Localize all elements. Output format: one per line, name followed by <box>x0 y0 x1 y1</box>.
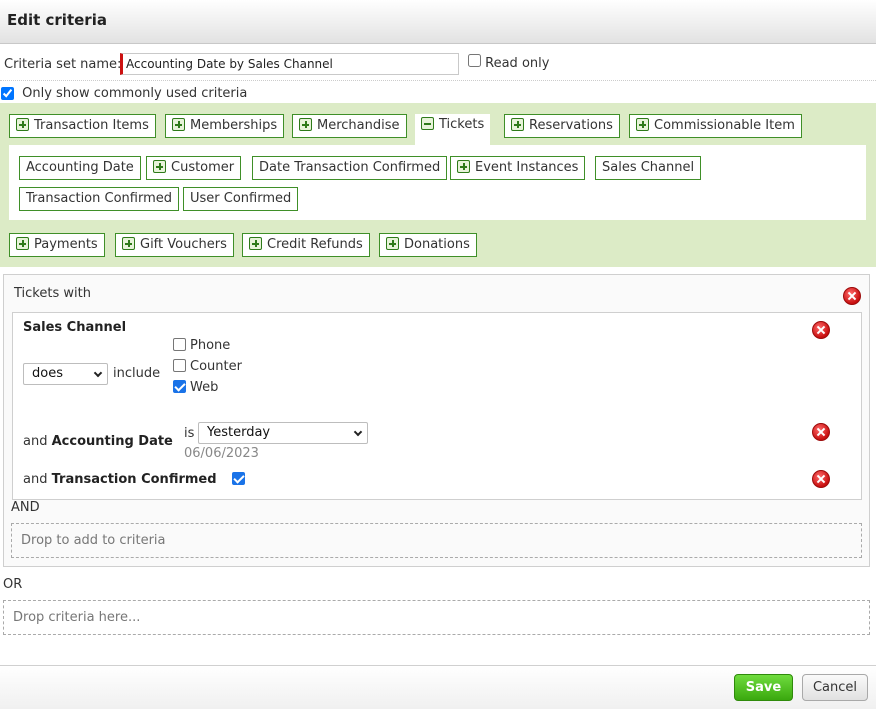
read-only-option[interactable]: Read only <box>468 53 550 71</box>
expand-icon <box>16 237 29 250</box>
resolved-date: 06/06/2023 <box>184 446 259 461</box>
category-label: Payments <box>34 237 98 252</box>
dialog-title: Edit criteria <box>7 11 107 29</box>
save-button[interactable]: Save <box>734 674 793 701</box>
field-label: Event Instances <box>475 160 579 175</box>
category-commissionable-item[interactable]: Commissionable Item <box>629 114 802 138</box>
field-label: Transaction Confirmed <box>26 191 172 206</box>
expand-icon <box>511 118 524 131</box>
category-tickets[interactable]: Tickets <box>415 114 491 145</box>
accounting-date-row-label: and Accounting Date <box>23 434 173 449</box>
checkbox-web[interactable] <box>173 380 186 393</box>
option-counter[interactable]: Counter <box>173 359 242 374</box>
expand-icon <box>16 118 29 131</box>
field-label: Sales Channel <box>602 160 695 175</box>
field-label: Date Transaction Confirmed <box>259 160 441 175</box>
dialog-footer: Save Cancel <box>0 666 876 709</box>
accounting-date-label: Accounting Date <box>51 434 173 449</box>
checkbox-phone[interactable] <box>173 338 186 351</box>
category-credit-refunds[interactable]: Credit Refunds <box>242 233 370 257</box>
criteria-set-name-label: Criteria set name: <box>4 57 122 72</box>
field-label: Accounting Date <box>26 160 134 175</box>
option-web[interactable]: Web <box>173 380 218 395</box>
include-label: include <box>113 366 161 381</box>
expand-icon <box>636 118 649 131</box>
field-customer[interactable]: Customer <box>146 156 242 180</box>
field-label: Customer <box>171 160 235 175</box>
category-donations[interactable]: Donations <box>379 233 477 257</box>
cancel-button[interactable]: Cancel <box>802 674 868 701</box>
category-label: Credit Refunds <box>267 237 363 252</box>
or-drop-zone[interactable]: Drop criteria here... <box>3 600 870 635</box>
category-label: Gift Vouchers <box>140 237 227 252</box>
read-only-label: Read only <box>485 56 550 71</box>
option-label: Web <box>190 380 219 395</box>
expand-icon <box>386 237 399 250</box>
group-heading: Tickets with <box>14 286 91 301</box>
remove-sales-channel-icon[interactable] <box>812 321 830 339</box>
category-label: Transaction Items <box>34 118 149 133</box>
field-transaction-confirmed[interactable]: Transaction Confirmed <box>19 187 179 211</box>
category-label: Donations <box>404 237 470 252</box>
remove-accounting-date-icon[interactable] <box>812 423 830 441</box>
expand-icon <box>153 160 166 173</box>
date-value: Yesterday <box>207 425 271 440</box>
or-label: OR <box>3 577 23 592</box>
category-gift-vouchers[interactable]: Gift Vouchers <box>115 233 234 257</box>
common-criteria-checkbox[interactable] <box>1 87 14 100</box>
common-criteria-label: Only show commonly used criteria <box>22 86 248 101</box>
sales-channel-label: Sales Channel <box>23 320 127 335</box>
field-sales-channel[interactable]: Sales Channel <box>595 156 702 180</box>
and-label: AND <box>11 500 40 515</box>
category-label: Merchandise <box>317 118 400 133</box>
transaction-confirmed-label: Transaction Confirmed <box>51 472 217 487</box>
chevron-down-icon <box>93 368 103 378</box>
criteria-set-name-input[interactable] <box>120 53 459 75</box>
collapse-icon <box>421 117 434 130</box>
category-label: Tickets <box>439 117 485 132</box>
category-memberships[interactable]: Memberships <box>165 114 285 138</box>
category-label: Commissionable Item <box>654 118 795 133</box>
dialog-titlebar: Edit criteria <box>0 0 876 44</box>
category-merchandise[interactable]: Merchandise <box>292 114 407 138</box>
field-user-confirmed[interactable]: User Confirmed <box>183 187 299 211</box>
read-only-checkbox[interactable] <box>468 54 481 67</box>
transaction-confirmed-option[interactable] <box>232 472 249 487</box>
category-payments[interactable]: Payments <box>9 233 105 257</box>
field-event-instances[interactable]: Event Instances <box>450 156 586 180</box>
remove-group-icon[interactable] <box>843 287 861 305</box>
category-label: Memberships <box>190 118 278 133</box>
transaction-confirmed-checkbox[interactable] <box>232 472 245 485</box>
common-criteria-option[interactable]: Only show commonly used criteria <box>1 86 247 101</box>
expand-icon <box>172 118 185 131</box>
remove-transaction-confirmed-icon[interactable] <box>812 470 830 488</box>
expand-icon <box>249 237 262 250</box>
option-label: Counter <box>190 359 242 374</box>
category-reservations[interactable]: Reservations <box>504 114 620 138</box>
and-drop-zone[interactable]: Drop to add to criteria <box>11 523 862 558</box>
expand-icon <box>299 118 312 131</box>
chevron-down-icon <box>353 427 363 437</box>
and-prefix: and <box>23 472 48 487</box>
field-label: User Confirmed <box>190 191 292 206</box>
expand-icon <box>457 160 470 173</box>
and-prefix: and <box>23 434 48 449</box>
expand-icon <box>122 237 135 250</box>
checkbox-counter[interactable] <box>173 359 186 372</box>
transaction-confirmed-row-label: and Transaction Confirmed <box>23 472 217 487</box>
sales-channel-operator-select[interactable]: does <box>23 363 108 385</box>
is-label: is <box>184 426 195 441</box>
operator-value: does <box>32 366 63 381</box>
criteria-set-name-row: Criteria set name: Read only <box>0 52 876 81</box>
option-label: Phone <box>190 338 231 353</box>
option-phone[interactable]: Phone <box>173 338 230 353</box>
category-transaction-items[interactable]: Transaction Items <box>9 114 156 138</box>
field-date-transaction-confirmed[interactable]: Date Transaction Confirmed <box>252 156 448 180</box>
accounting-date-select[interactable]: Yesterday <box>198 422 368 444</box>
category-label: Reservations <box>529 118 613 133</box>
field-accounting-date[interactable]: Accounting Date <box>19 156 141 180</box>
